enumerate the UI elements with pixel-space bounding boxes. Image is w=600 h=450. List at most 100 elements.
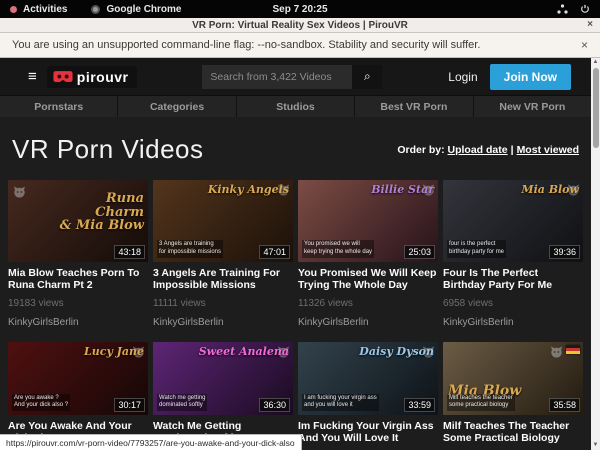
video-title-link[interactable]: Mia Blow Teaches Porn To Runa Charm Pt 2 (8, 267, 148, 291)
thumbnail-overlay-title: Kinky Angels (153, 184, 289, 196)
scrollbar-thumb[interactable] (593, 68, 599, 148)
window-close-icon[interactable]: × (587, 19, 593, 30)
video-duration-badge: 30:17 (114, 398, 145, 412)
video-studio-link[interactable]: KinkyGirlsBerlin (443, 317, 583, 328)
video-thumbnail[interactable]: Mia Blow Milf teaches the teacher some p… (443, 342, 583, 415)
video-card[interactable]: Kinky Angels 3 Angels are training for i… (153, 180, 293, 328)
cat-logo-watermark (277, 183, 290, 201)
video-thumbnail[interactable]: Sweet Analena Watch me getting dominated… (153, 342, 293, 415)
join-now-button[interactable]: Join Now (490, 64, 571, 90)
video-views: 19183 views (8, 298, 148, 309)
thumbnail-caption: You promised we will keep trying the who… (302, 240, 374, 258)
video-card[interactable]: Daisy Dyson I am fucking your virgin ass… (298, 342, 438, 450)
video-grid: Runa Charm & Mia Blow 43:18 Mia Blow Tea… (8, 180, 583, 450)
gnome-top-bar: Activities Google Chrome Sep 7 20:25 (0, 0, 600, 18)
video-thumbnail[interactable]: Lucy Jane Are you awake ? And your dick … (8, 342, 148, 415)
german-flag-icon (566, 345, 580, 354)
video-duration-badge: 47:01 (259, 245, 290, 259)
site-nav: PornstarsCategoriesStudiosBest VR PornNe… (0, 95, 591, 117)
thumbnail-caption: I am fucking your virgin ass and you wil… (302, 394, 379, 412)
video-duration-badge: 35:58 (549, 398, 580, 412)
power-icon[interactable] (580, 4, 590, 14)
thumbnail-overlay-title: Runa Charm & Mia Blow (8, 192, 144, 233)
video-thumbnail[interactable]: Runa Charm & Mia Blow 43:18 (8, 180, 148, 262)
order-by-label: Order by: (397, 144, 444, 156)
window-title: VR Porn: Virtual Reality Sex Videos | Pi… (192, 20, 408, 31)
nav-item-categories[interactable]: Categories (118, 96, 236, 117)
video-duration-badge: 39:36 (549, 245, 580, 259)
site-header: ≡ pirouvr ⌕ Login Join Now (0, 58, 591, 95)
thumbnail-overlay-title: Sweet Analena (153, 346, 289, 358)
video-title-link[interactable]: Milf Teaches The Teacher Some Practical … (443, 420, 583, 444)
video-studio-link[interactable]: KinkyGirlsBerlin (153, 317, 293, 328)
video-card[interactable]: Mia Blow four is the perfect birthday pa… (443, 180, 583, 328)
infobar-close-icon[interactable]: × (581, 38, 588, 52)
cat-logo-watermark (422, 183, 435, 201)
video-title-link[interactable]: Im Fucking Your Virgin Ass And You Will … (298, 420, 438, 444)
heading-row: VR Porn Videos Order by: Upload date|Mos… (0, 117, 591, 180)
search-button[interactable]: ⌕ (352, 65, 382, 89)
order-upload-date-link[interactable]: Upload date (448, 144, 508, 156)
infobar-message: You are using an unsupported command-lin… (12, 39, 480, 51)
search-icon: ⌕ (364, 69, 371, 84)
clock[interactable]: Sep 7 20:25 (0, 4, 600, 15)
cat-logo-watermark (132, 345, 145, 363)
status-url-bubble: https://pirouvr.com/vr-porn-video/779325… (0, 434, 302, 450)
video-views: 11111 views (153, 298, 293, 309)
cast-indicator-icon[interactable] (557, 4, 568, 14)
cat-logo-watermark (567, 183, 580, 201)
video-title-link[interactable]: You Promised We Will Keep Trying The Who… (298, 267, 438, 291)
cat-logo-watermark (550, 345, 563, 363)
hamburger-menu-icon[interactable]: ≡ (28, 69, 37, 84)
thumbnail-caption: Are you awake ? And your dick also ? (12, 394, 70, 412)
order-most-viewed-link[interactable]: Most viewed (517, 144, 579, 156)
thumbnail-caption: Milf teaches the teacher some practical … (447, 394, 515, 412)
video-thumbnail[interactable]: Kinky Angels 3 Angels are training for i… (153, 180, 293, 262)
nav-item-pornstars[interactable]: Pornstars (0, 96, 118, 117)
video-studio-link[interactable]: KinkyGirlsBerlin (298, 317, 438, 328)
cat-logo-watermark (13, 185, 26, 203)
cat-logo-watermark (277, 345, 290, 363)
cat-logo-watermark (422, 345, 435, 363)
video-card[interactable]: Mia Blow Milf teaches the teacher some p… (443, 342, 583, 450)
video-views: 6958 views (443, 298, 583, 309)
status-url: https://pirouvr.com/vr-porn-video/779325… (6, 438, 295, 448)
video-duration-badge: 43:18 (114, 245, 145, 259)
scrollbar-up-arrow[interactable]: ▲ (591, 58, 600, 67)
video-thumbnail[interactable]: Billie Star You promised we will keep tr… (298, 180, 438, 262)
logo-text: pirouvr (77, 69, 129, 85)
video-views: 11326 views (298, 298, 438, 309)
thumbnail-overlay-title: Mia Blow (443, 184, 579, 196)
screen: Activities Google Chrome Sep 7 20:25 VR … (0, 0, 600, 450)
site-logo[interactable]: pirouvr (47, 66, 137, 88)
video-duration-badge: 33:59 (404, 398, 435, 412)
login-link[interactable]: Login (448, 70, 477, 84)
thumbnail-overlay-title: Daisy Dyson (298, 346, 434, 358)
video-thumbnail[interactable]: Mia Blow four is the perfect birthday pa… (443, 180, 583, 262)
nav-item-best-vr-porn[interactable]: Best VR Porn (355, 96, 473, 117)
browser-title-bar[interactable]: VR Porn: Virtual Reality Sex Videos | Pi… (0, 18, 600, 33)
search-input[interactable] (202, 65, 352, 89)
nav-item-new-vr-porn[interactable]: New VR Porn (474, 96, 591, 117)
scrollbar-down-arrow[interactable]: ▼ (591, 441, 600, 450)
thumbnail-caption: four is the perfect birthday party for m… (447, 240, 506, 258)
order-separator: | (511, 144, 514, 156)
video-card[interactable]: Runa Charm & Mia Blow 43:18 Mia Blow Tea… (8, 180, 148, 328)
page-viewport: ≡ pirouvr ⌕ Login Join Now Porn (0, 58, 600, 450)
video-title-link[interactable]: Four Is The Perfect Birthday Party For M… (443, 267, 583, 291)
thumbnail-caption: Watch me getting dominated softly (157, 394, 207, 412)
video-card[interactable]: Billie Star You promised we will keep tr… (298, 180, 438, 328)
video-title-link[interactable]: 3 Angels Are Training For Impossible Mis… (153, 267, 293, 291)
video-thumbnail[interactable]: Daisy Dyson I am fucking your virgin ass… (298, 342, 438, 415)
page-title: VR Porn Videos (12, 134, 204, 165)
video-duration-badge: 36:30 (259, 398, 290, 412)
scrollbar[interactable]: ▲ ▼ (591, 58, 600, 450)
video-duration-badge: 25:03 (404, 245, 435, 259)
thumbnail-caption: 3 Angels are training for impossible mis… (157, 240, 223, 258)
video-studio-link[interactable]: KinkyGirlsBerlin (8, 317, 148, 328)
vr-goggles-icon (53, 70, 73, 84)
thumbnail-overlay-title: Lucy Jane (8, 346, 144, 358)
thumbnail-overlay-title: Billie Star (298, 184, 434, 196)
chrome-infobar: You are using an unsupported command-lin… (0, 33, 600, 58)
nav-item-studios[interactable]: Studios (237, 96, 355, 117)
